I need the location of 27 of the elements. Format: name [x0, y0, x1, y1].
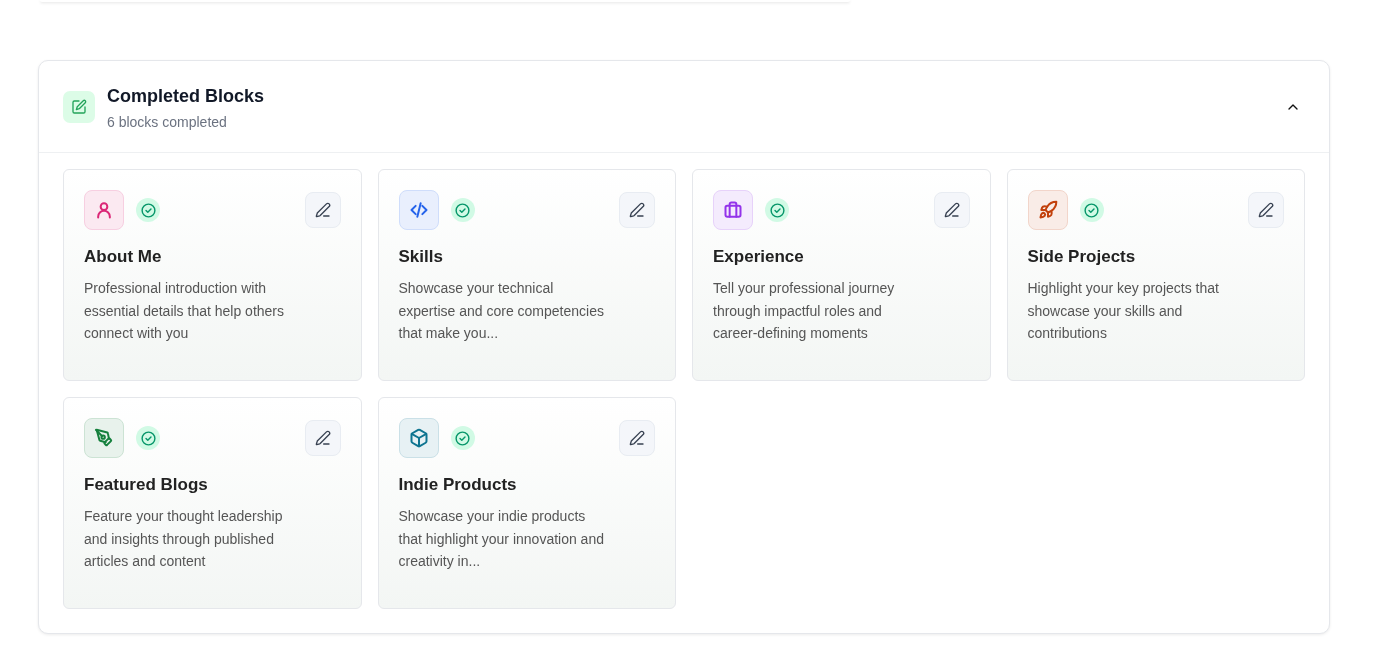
pencil-icon — [943, 202, 960, 218]
section-title: Completed Blocks — [107, 84, 265, 108]
pencil-icon — [314, 202, 331, 218]
pencil-icon — [629, 430, 645, 446]
pencil-icon — [629, 202, 645, 218]
block-title: About Me — [84, 246, 163, 268]
edit-square-icon — [63, 90, 95, 123]
pencil-icon — [1258, 202, 1274, 218]
block-title: Indie Products — [398, 474, 518, 496]
block-description: Feature your thought leadership and insights through published articles and content — [84, 507, 284, 571]
block-description: Tell your professional journey through impactful roles and career-defining moments — [713, 279, 896, 343]
block-title: Featured Blogs — [84, 474, 209, 496]
block-description: Showcase your technical expertise and core competencies that make you... — [398, 279, 605, 343]
edit-button[interactable] — [304, 420, 341, 456]
pencil-icon — [314, 430, 331, 446]
block-title: Skills — [398, 246, 444, 268]
block-title: Experience — [713, 246, 805, 268]
block-description: Professional introduction with essential details that help others connect with you — [84, 279, 285, 343]
edit-button[interactable] — [933, 192, 970, 228]
block-description: Highlight your key projects that showcase your skills and contributions — [1027, 279, 1220, 343]
edit-button[interactable] — [619, 420, 655, 456]
edit-button[interactable] — [619, 192, 655, 228]
edit-button[interactable] — [1248, 192, 1284, 228]
section-subtitle: 6 blocks completed — [107, 113, 228, 130]
edit-button[interactable] — [304, 192, 341, 228]
block-title: Side Projects — [1027, 246, 1137, 268]
block-description: Showcase your indie products that highlight your innovation and creativity in... — [398, 507, 605, 571]
